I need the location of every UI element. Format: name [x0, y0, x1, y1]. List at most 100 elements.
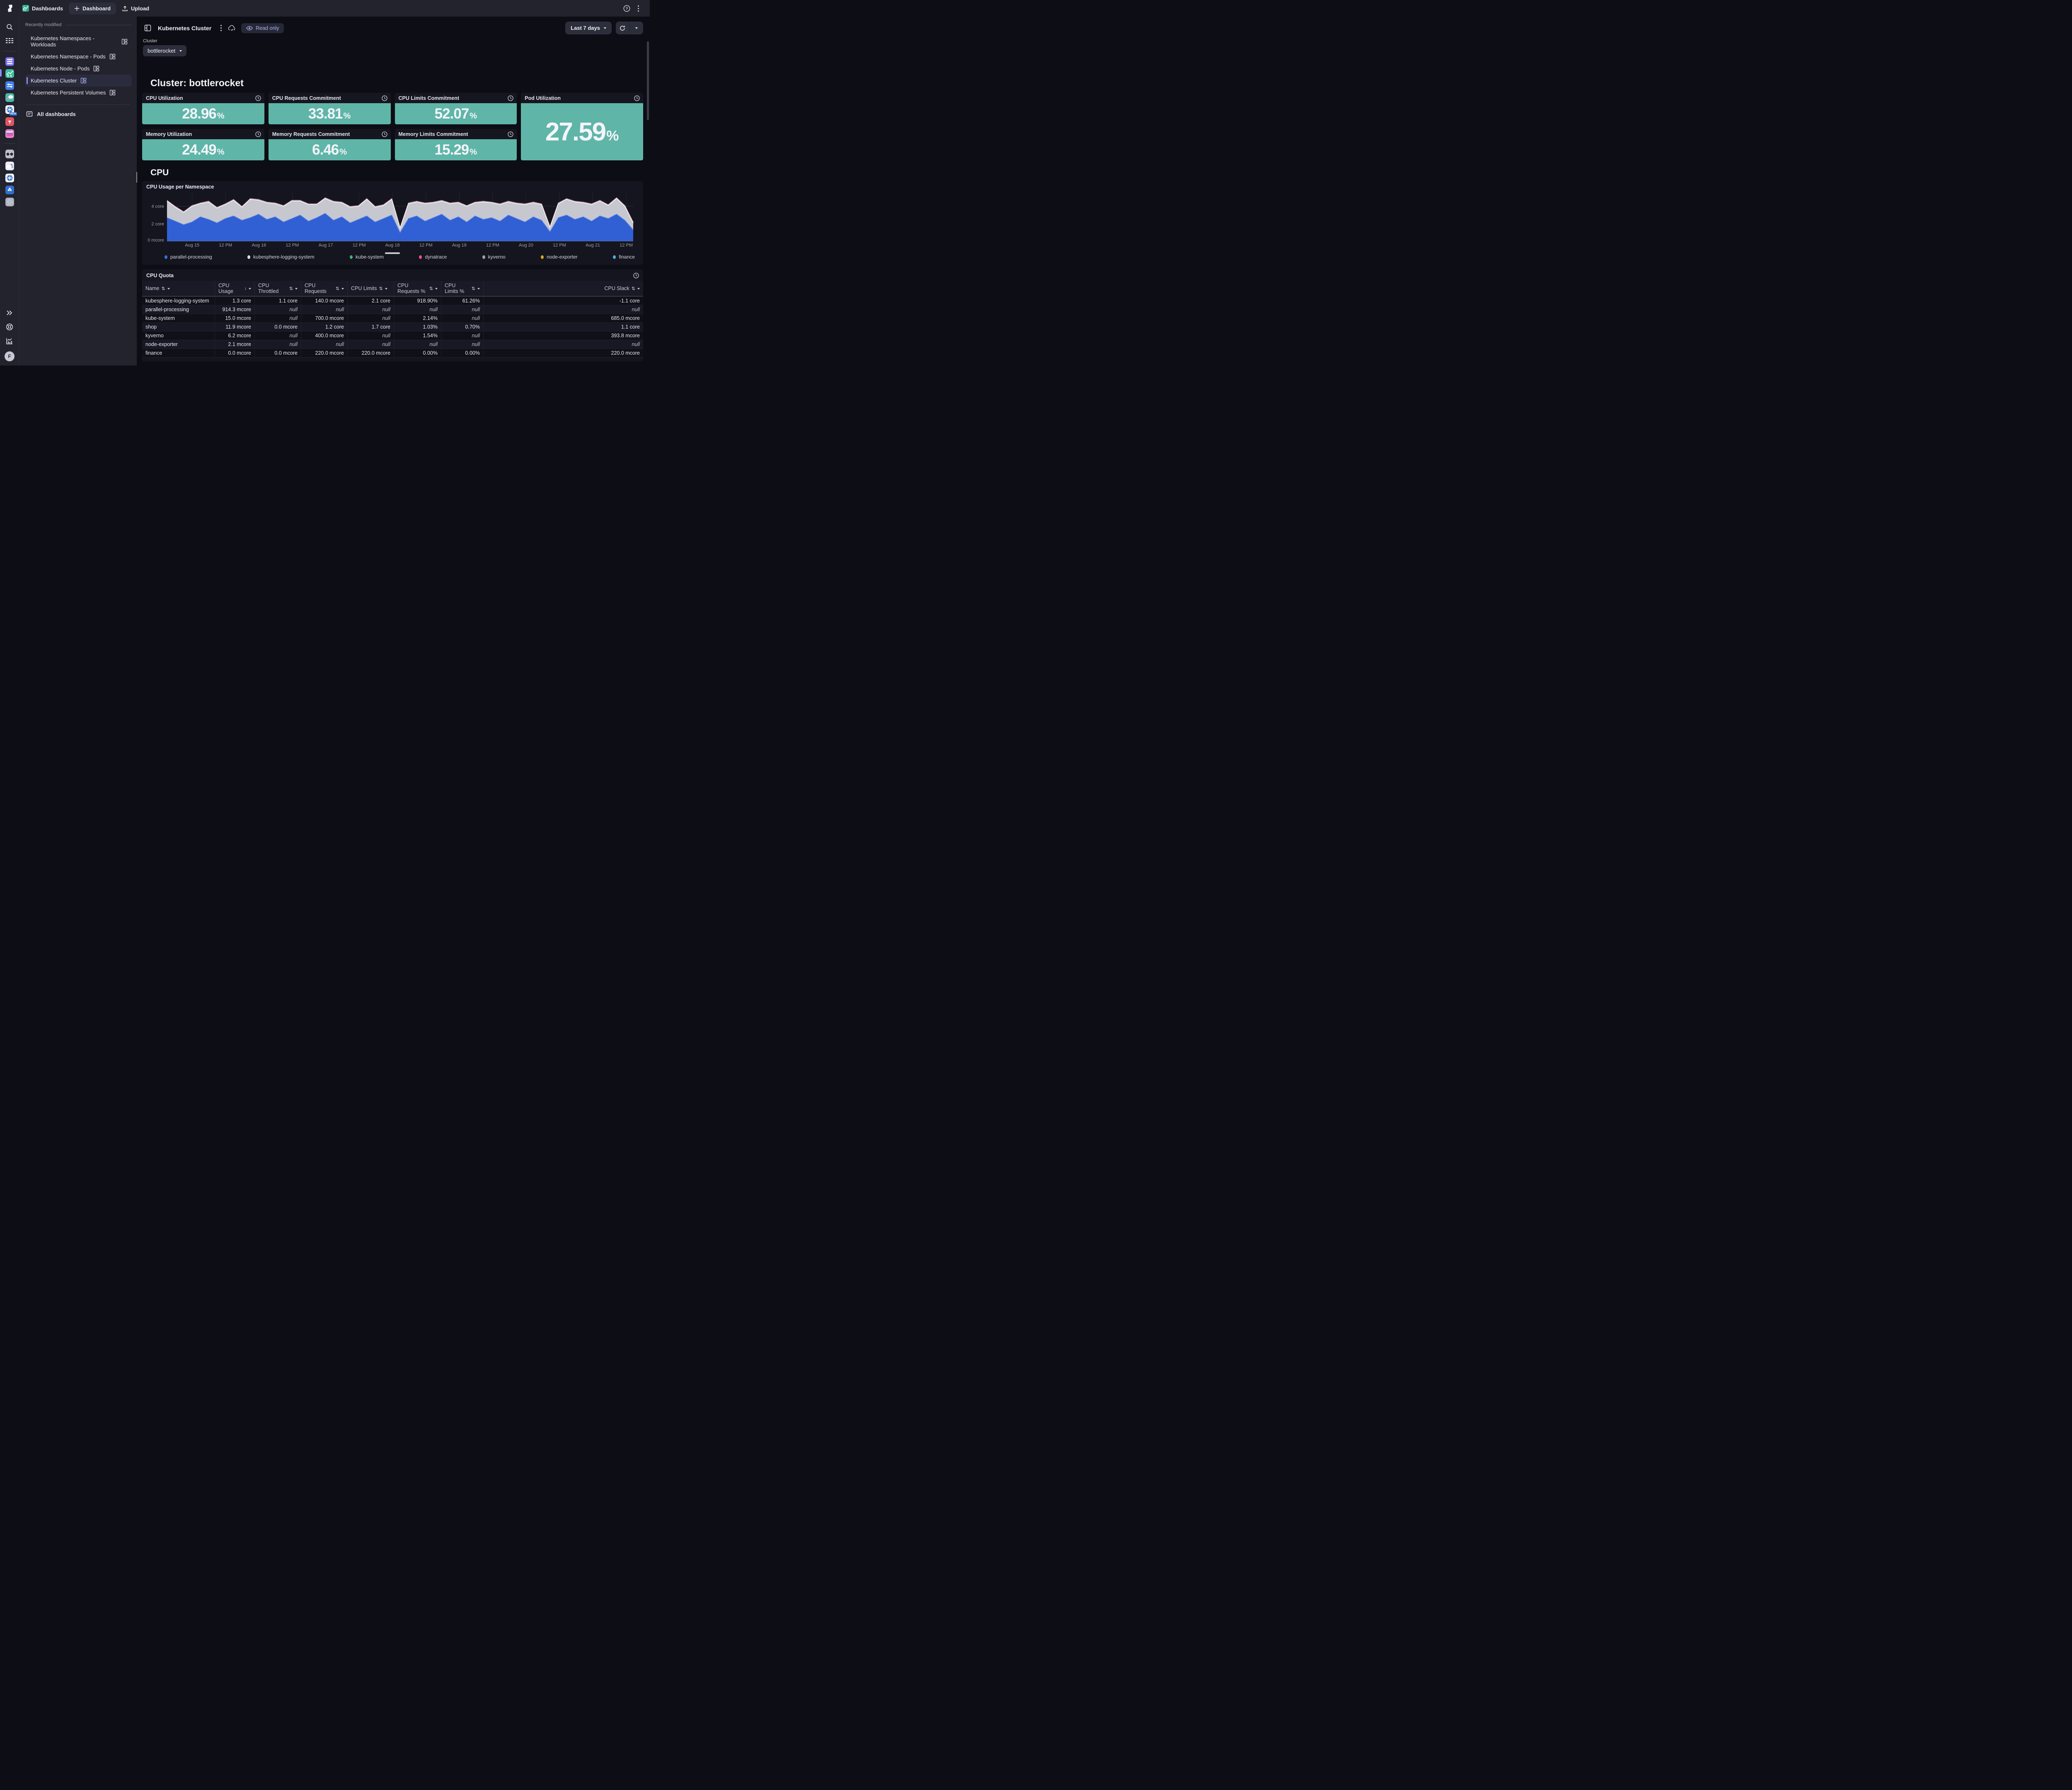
- app-pink-book-icon[interactable]: [5, 128, 15, 138]
- app-blue-sliders-icon[interactable]: [5, 80, 15, 90]
- stat-panel-memory-limits-commitment: Memory Limits Commitment15.29%: [395, 129, 517, 160]
- clock-icon: [382, 95, 387, 101]
- legend-dot: [482, 255, 485, 259]
- cell-value: null: [441, 331, 484, 340]
- readonly-badge[interactable]: Read only: [241, 23, 284, 33]
- cell-value: 1.54%: [394, 331, 441, 340]
- legend-item-dynatrace[interactable]: dynatrace: [419, 254, 447, 260]
- column-header-cpu-limits-[interactable]: CPU Limits %⇅: [441, 281, 484, 296]
- legend-item-kubesphere-logging-system[interactable]: kubesphere-logging-system: [247, 254, 314, 260]
- app-red-octagon-icon[interactable]: [5, 116, 15, 126]
- legend-item-kube-system[interactable]: kube-system: [350, 254, 384, 260]
- cell-value: 15.0 mcore: [215, 314, 255, 322]
- clock-icon: [634, 95, 640, 101]
- cell-value: 0.00%: [441, 349, 484, 357]
- sidebar-item-label: Kubernetes Node - Pods: [31, 65, 90, 72]
- app-teal-ovals-icon[interactable]: [5, 92, 15, 102]
- sidebar-item-kubernetes-namespaces-workloads[interactable]: Kubernetes Namespaces - Workloads: [25, 32, 132, 51]
- legend-item-kyverno[interactable]: kyverno: [482, 254, 506, 260]
- cloud-sync-icon[interactable]: [226, 23, 237, 34]
- sidebar-resize-handle[interactable]: [136, 172, 137, 183]
- dashboards-sidebar: Recently modified Kubernetes Namespaces …: [19, 17, 137, 365]
- stat-panel-pod-utilization: Pod Utilization27.59%: [521, 93, 643, 160]
- sidebar-item-kubernetes-node-pods[interactable]: Kubernetes Node - Pods: [25, 63, 132, 75]
- sort-icon: ⇅: [429, 286, 433, 291]
- cell-value: null: [441, 305, 484, 314]
- legend-item-parallel-processing[interactable]: parallel-processing: [165, 254, 212, 260]
- cell-value: 0.00%: [394, 349, 441, 357]
- table-panel-title: CPU Quota: [146, 273, 174, 278]
- app-binoculars-icon[interactable]: [5, 149, 15, 159]
- stat-unit: %: [470, 148, 477, 157]
- cell-value: 6.2 mcore: [215, 331, 255, 340]
- stat-value: 15.29: [435, 142, 469, 158]
- legend-dot: [350, 255, 353, 259]
- cell-value: 220.0 mcore: [484, 349, 643, 357]
- app-dashboards-green-icon[interactable]: [5, 68, 15, 78]
- app-purple-stack-icon[interactable]: [5, 56, 15, 66]
- svg-text:Aug 21: Aug 21: [586, 243, 600, 248]
- app-cloud-ml-icon[interactable]: [5, 161, 15, 171]
- sidebar-item-kubernetes-cluster[interactable]: Kubernetes Cluster: [25, 75, 132, 87]
- stat-unit: %: [217, 148, 225, 157]
- new-dashboard-button[interactable]: Dashboard: [69, 2, 116, 15]
- dashboard-kebab-icon[interactable]: [215, 23, 226, 34]
- cell-value: null: [348, 340, 394, 348]
- cell-value: null: [348, 314, 394, 322]
- column-header-cpu-limits[interactable]: CPU Limits⇅: [348, 281, 394, 296]
- app-rail: NEW F: [0, 17, 19, 365]
- x-axis-scroll-indicator[interactable]: [385, 252, 400, 254]
- help-icon[interactable]: ?: [621, 2, 632, 14]
- search-icon[interactable]: [5, 22, 15, 32]
- app-blue-octagon-icon[interactable]: [5, 185, 15, 195]
- cell-value: 220.0 mcore: [348, 349, 394, 357]
- column-header-cpu-throttled[interactable]: CPU Throttled⇅: [255, 281, 301, 296]
- grafana-logo-icon[interactable]: [6, 4, 15, 13]
- app-kubernetes-icon[interactable]: [5, 173, 15, 183]
- stat-value: 28.96: [182, 106, 216, 122]
- legend-item-node-exporter[interactable]: node-exporter: [541, 254, 578, 260]
- dashboard-outline-toggle-icon[interactable]: [142, 23, 153, 34]
- cell-value: null: [255, 331, 301, 340]
- stat-panel-memory-utilization: Memory Utilization24.49%: [142, 129, 264, 160]
- cell-value: 685.0 mcore: [484, 314, 643, 322]
- breadcrumb-dashboards[interactable]: Dashboards: [22, 5, 63, 12]
- sidebar-item-kubernetes-namespace-pods[interactable]: Kubernetes Namespace - Pods: [25, 51, 132, 63]
- help-buoy-icon[interactable]: [5, 322, 15, 332]
- column-header-cpu-requests-[interactable]: CPU Requests %⇅: [394, 281, 441, 296]
- cluster-variable-select[interactable]: bottlerocket: [143, 45, 186, 56]
- cell-value: 2.14%: [394, 314, 441, 322]
- column-menu-chevron-icon: [249, 288, 251, 290]
- dashboard-main: Kubernetes Cluster Read only Last 7 days: [137, 17, 650, 365]
- sidebar-item-kubernetes-persistent-volumes[interactable]: Kubernetes Persistent Volumes: [25, 87, 132, 99]
- sort-icon: ⇅: [632, 286, 635, 291]
- expand-rail-icon[interactable]: [5, 308, 15, 318]
- cell-value: 220.0 mcore: [301, 349, 348, 357]
- upload-button[interactable]: Upload: [122, 5, 149, 12]
- refresh-interval-button[interactable]: [629, 22, 643, 34]
- cell-name: kubesphere-logging-system: [142, 297, 215, 305]
- dashboard-icon: [121, 39, 128, 45]
- usage-insights-icon[interactable]: [5, 336, 15, 346]
- topbar-kebab-icon[interactable]: [632, 2, 644, 14]
- all-dashboards-link[interactable]: All dashboards: [25, 105, 132, 123]
- stat-unit: %: [606, 128, 619, 144]
- app-gear-icon[interactable]: [5, 197, 15, 207]
- legend-item-finance[interactable]: finance: [613, 254, 635, 260]
- cell-value: 0.70%: [441, 323, 484, 331]
- stat-panel-cpu-limits-commitment: CPU Limits Commitment52.07%: [395, 93, 517, 124]
- column-header-cpu-requests[interactable]: CPU Requests⇅: [301, 281, 348, 296]
- cell-value: null: [441, 314, 484, 322]
- refresh-button[interactable]: [616, 22, 629, 34]
- user-avatar[interactable]: F: [5, 351, 15, 361]
- apps-grid-icon[interactable]: [5, 36, 15, 46]
- legend-dot: [247, 255, 250, 259]
- page-scrollbar[interactable]: [647, 41, 649, 120]
- cell-value: 2.1 mcore: [215, 340, 255, 348]
- column-header-cpu-usage[interactable]: CPU Usage↓: [215, 281, 255, 296]
- stat-value-area: 33.81%: [269, 103, 391, 124]
- app-kubernetes-new-icon[interactable]: NEW: [5, 104, 15, 114]
- column-header-name[interactable]: Name⇅: [142, 281, 215, 296]
- column-header-cpu-slack[interactable]: CPU Slack⇅: [484, 281, 643, 296]
- time-range-picker[interactable]: Last 7 days: [565, 22, 612, 34]
